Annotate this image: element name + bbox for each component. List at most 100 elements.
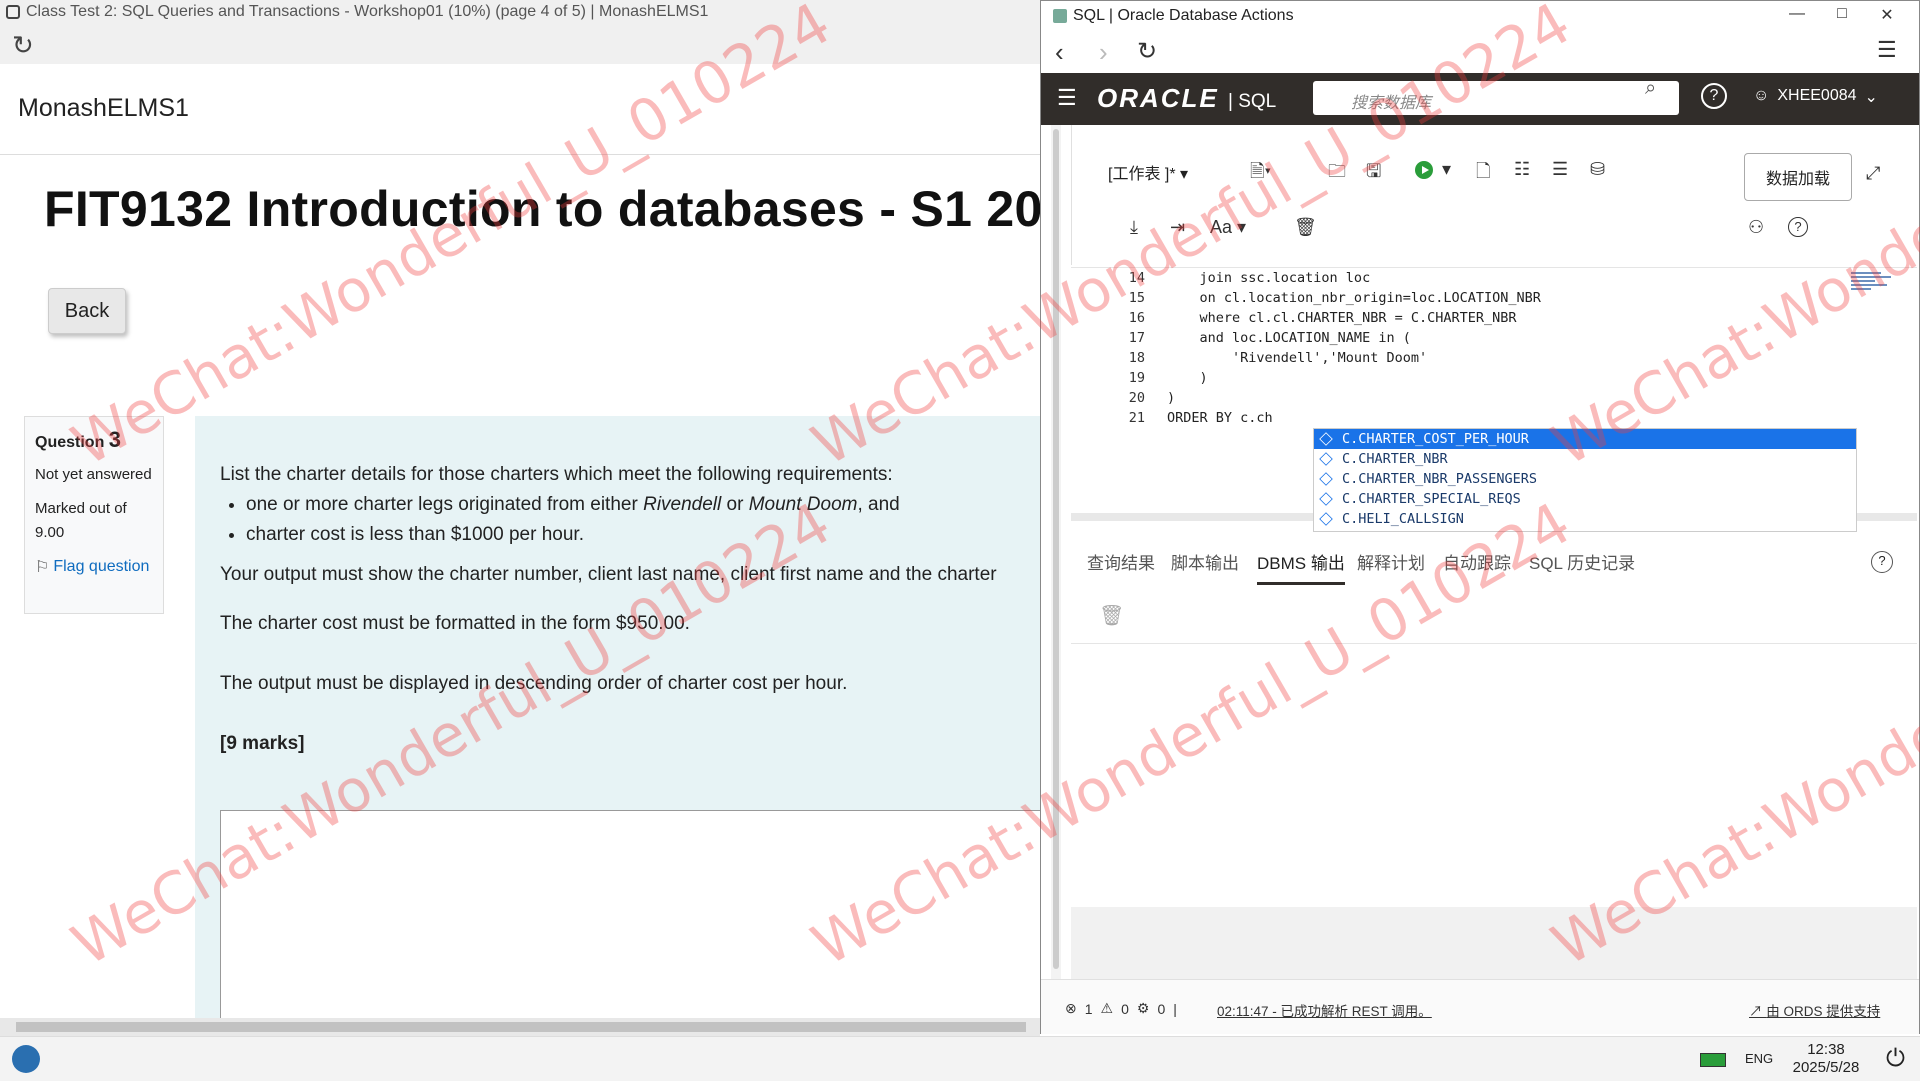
help-icon[interactable]: ? xyxy=(1871,551,1893,573)
site-header: MonashELMS1 xyxy=(0,64,1040,155)
code-line[interactable]: ) xyxy=(1167,390,1175,406)
oracle-logo: ORACLE | SQL xyxy=(1097,83,1276,114)
help-icon[interactable]: ? xyxy=(1701,83,1727,109)
explain-plan-icon[interactable]: ☷ xyxy=(1514,159,1530,180)
autocomplete-list[interactable]: C.CHARTER_COST_PER_HOUR C.CHARTER_NBR C.CH… xyxy=(1313,428,1857,532)
trash-icon[interactable]: 🗑 xyxy=(1294,217,1317,238)
warning-count: 0 xyxy=(1121,1000,1129,1017)
left-vertical-scrollbar[interactable] xyxy=(1051,125,1061,979)
worksheet-toolbar: [工作表 ]* ▾ 🗎▾ 🗀 🖫 ▾ 🗋 ☷ ☰ ⛁ 数据加载 ⤢ ⤓ ⇥ Aa… xyxy=(1071,125,1918,265)
open-folder-icon[interactable]: 🗀 xyxy=(1328,159,1346,189)
autocomplete-item[interactable]: C.CHARTER_COST_PER_HOUR xyxy=(1314,429,1856,449)
code-line[interactable]: ORDER BY c.ch xyxy=(1167,410,1273,426)
error-count: 1 xyxy=(1084,1000,1093,1017)
tab-script-output[interactable]: 脚本输出 xyxy=(1171,549,1239,574)
status-message[interactable]: 02:11:47 - 已成功解析 REST 调用。 xyxy=(1217,1000,1432,1020)
language-indicator[interactable]: ENG xyxy=(1745,1051,1773,1066)
data-load-button[interactable]: 数据加载 xyxy=(1744,153,1852,201)
autocomplete-item[interactable]: C.CHARTER_NBR_PASSENGERS xyxy=(1314,469,1856,489)
tab-query-result[interactable]: 查询结果 xyxy=(1087,549,1155,574)
minimize-icon[interactable]: — xyxy=(1782,5,1812,23)
editor-minimap[interactable] xyxy=(1851,270,1897,310)
question-marks-label: [9 marks] xyxy=(220,733,305,754)
flag-question-label: Flag question xyxy=(53,558,150,575)
rocket-icon: ↗ xyxy=(1749,1004,1763,1019)
tab-autotrace[interactable]: 自动跟踪 xyxy=(1443,549,1511,574)
oracle-navbar: ‹ › ↻ ☰ xyxy=(1041,31,1919,74)
code-line[interactable]: and loc.LOCATION_NAME in ( xyxy=(1167,330,1411,346)
database-search-input[interactable]: 搜索数据库 xyxy=(1313,81,1679,115)
tab-sql-history[interactable]: SQL 历史记录 xyxy=(1529,549,1635,574)
menu-icon[interactable]: ☰ xyxy=(1877,37,1897,63)
maximize-icon[interactable]: □ xyxy=(1827,5,1857,23)
tab-dbms-output[interactable]: DBMS 输出 xyxy=(1257,549,1345,585)
question-label: Question xyxy=(35,434,105,451)
line-number: 18 xyxy=(1128,350,1145,366)
scrollbar-thumb[interactable] xyxy=(16,1022,1026,1032)
question-number: Question 3 xyxy=(35,427,153,453)
status-bar: ⊗ 1 ⚠ 0 ⚙ 0 | 02:11:47 - 已成功解析 REST 调用。 ↗ 由… xyxy=(1041,979,1919,1034)
divider xyxy=(1071,643,1917,644)
status-counters[interactable]: ⊗ 1 ⚠ 0 ⚙ 0 | xyxy=(1065,1000,1177,1017)
battery-icon[interactable] xyxy=(1700,1053,1726,1067)
column-icon xyxy=(1319,492,1333,506)
autotrace-icon[interactable]: ☰ xyxy=(1552,159,1568,180)
database-icon[interactable]: ⛁ xyxy=(1590,159,1605,180)
autocomplete-item[interactable]: C.CHARTER_NBR xyxy=(1314,449,1856,469)
code-line[interactable]: 'Rivendell','Mount Doom' xyxy=(1167,350,1427,366)
req-text: , and xyxy=(857,494,900,515)
close-icon[interactable]: ✕ xyxy=(1872,5,1902,25)
line-number: 16 xyxy=(1128,310,1145,326)
code-line[interactable]: where cl.cl.CHARTER_NBR = C.CHARTER_NBR xyxy=(1167,310,1517,326)
new-worksheet-icon[interactable]: 🗎▾ xyxy=(1250,159,1271,189)
start-icon[interactable] xyxy=(12,1045,40,1073)
back-button[interactable]: Back xyxy=(48,288,126,334)
horizontal-scrollbar[interactable] xyxy=(0,1018,1040,1036)
search-icon[interactable]: ⌕ xyxy=(1645,77,1656,100)
autocomplete-label: C.CHARTER_SPECIAL_REQS xyxy=(1342,491,1521,507)
line-number: 15 xyxy=(1128,290,1145,306)
worksheet-help-icon[interactable]: ? xyxy=(1788,217,1808,237)
code-line[interactable]: join ssc.location loc xyxy=(1167,270,1371,286)
question-paragraph: The charter cost must be formatted in th… xyxy=(220,613,690,634)
back-arrow-icon[interactable]: ‹ xyxy=(1055,37,1064,68)
course-title: FIT9132 Introduction to databases - S1 2… xyxy=(44,181,1099,237)
font-size-icon[interactable]: Aa ▾ xyxy=(1210,217,1246,238)
autocomplete-item[interactable]: C.CHARTER_SPECIAL_REQS xyxy=(1314,489,1856,509)
code-line[interactable]: on cl.location_nbr_origin=loc.LOCATION_N… xyxy=(1167,290,1541,306)
clock[interactable]: 12:38 2025/5/28 xyxy=(1788,1041,1864,1077)
flag-question-link[interactable]: ⚐ Flag question xyxy=(35,557,153,577)
download-icon[interactable]: ⤓ xyxy=(1130,217,1138,238)
code-line[interactable]: ) xyxy=(1167,370,1208,386)
worksheet-selector[interactable]: [工作表 ]* ▾ xyxy=(1108,160,1188,184)
run-statement-icon[interactable] xyxy=(1415,161,1433,179)
find-binoculars-icon[interactable]: ⚇ xyxy=(1748,217,1764,238)
column-icon xyxy=(1319,472,1333,486)
scrollbar-thumb[interactable] xyxy=(1053,129,1059,969)
oracle-header: ☰ ORACLE | SQL 搜索数据库 ⌕ ? ☺ XHEE0084 ⌄ xyxy=(1041,73,1919,125)
hamburger-icon[interactable]: ☰ xyxy=(1057,85,1077,111)
power-icon[interactable]: ⏻ xyxy=(1886,1045,1905,1073)
logo-sub: | SQL xyxy=(1228,91,1277,112)
run-options-chevron-icon[interactable]: ▾ xyxy=(1442,159,1451,180)
answer-textarea[interactable] xyxy=(220,810,1041,1022)
site-name[interactable]: MonashELMS1 xyxy=(18,94,189,123)
refresh-icon[interactable]: ↻ xyxy=(1137,37,1157,66)
expand-icon[interactable]: ⤢ xyxy=(1866,163,1880,184)
forward-arrow-icon[interactable]: › xyxy=(1099,37,1108,68)
question-marks: Marked out of 9.00 xyxy=(35,500,127,541)
sql-editor[interactable]: 14 join ssc.location loc 15 on cl.locatio… xyxy=(1071,267,1917,532)
clear-output-trash-icon[interactable]: 🗑 xyxy=(1099,603,1124,628)
ords-link[interactable]: ↗ 由 ORDS 提供支持 xyxy=(1749,1000,1880,1020)
format-indent-icon[interactable]: ⇥ xyxy=(1170,217,1185,238)
user-menu[interactable]: ☺ XHEE0084 ⌄ xyxy=(1753,87,1878,107)
save-icon[interactable]: 🖫 xyxy=(1366,159,1381,189)
autocomplete-item[interactable]: C.HELI_CALLSIGN xyxy=(1314,509,1856,529)
left-window-titlebar: Class Test 2: SQL Queries and Transactio… xyxy=(0,0,1040,24)
run-script-icon[interactable]: 🗋 xyxy=(1476,159,1490,189)
output-tabs: 查询结果 脚本输出 DBMS 输出 解释计划 自动跟踪 SQL 历史记录 ? xyxy=(1071,535,1917,588)
tab-explain-plan[interactable]: 解释计划 xyxy=(1357,549,1425,574)
oracle-window-title: SQL | Oracle Database Actions xyxy=(1073,7,1294,24)
reload-icon[interactable]: ↻ xyxy=(12,30,34,61)
worksheet-name: [工作表 ]* xyxy=(1108,166,1176,183)
